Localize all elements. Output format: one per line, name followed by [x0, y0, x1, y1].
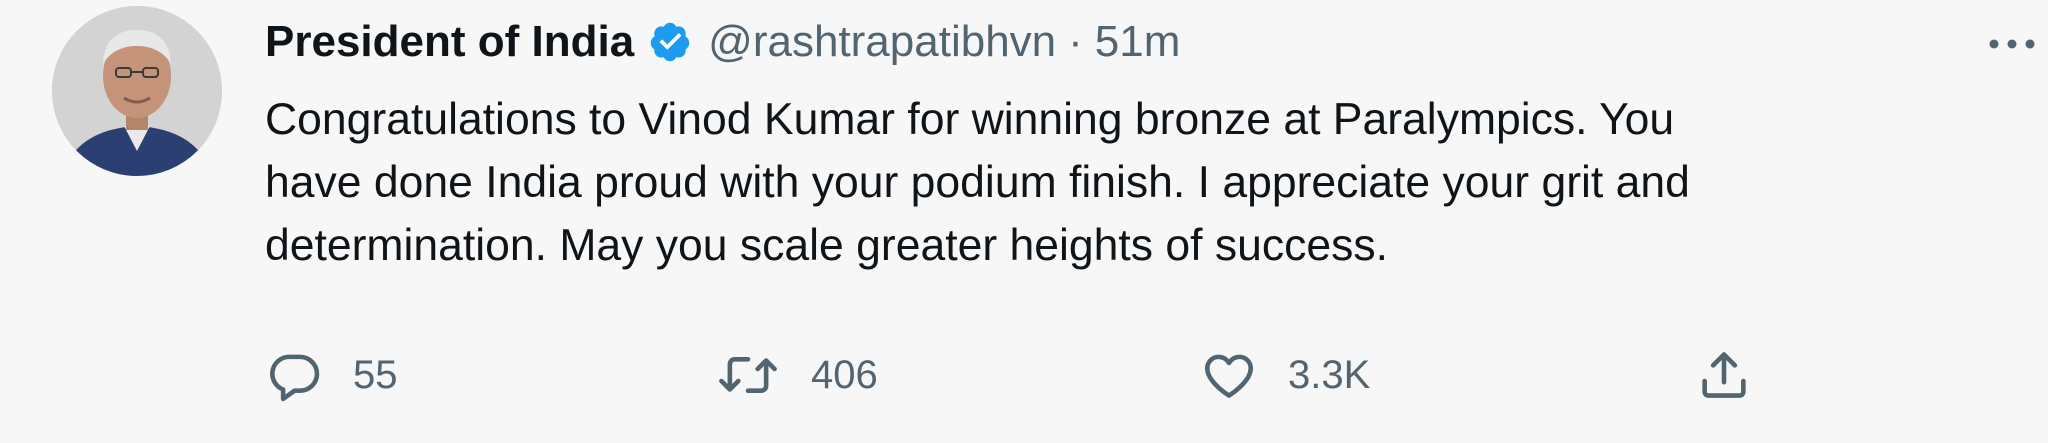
display-name[interactable]: President of India	[265, 17, 634, 67]
retweet-count: 406	[811, 352, 878, 397]
user-handle[interactable]: @rashtrapatibhvn	[708, 17, 1056, 67]
reply-icon	[265, 346, 323, 404]
heart-icon	[1200, 346, 1258, 404]
like-button[interactable]: 3.3K	[1200, 340, 1370, 410]
tweet-actions: 55 406 3.3K	[265, 340, 1765, 410]
share-button[interactable]	[1695, 340, 1753, 410]
like-count: 3.3K	[1288, 352, 1371, 397]
reply-button[interactable]: 55	[265, 340, 398, 410]
retweet-icon	[715, 346, 781, 404]
more-options-icon[interactable]	[1984, 24, 2040, 64]
avatar[interactable]	[52, 6, 222, 176]
share-icon	[1695, 346, 1753, 404]
separator-dot: ·	[1068, 17, 1083, 66]
tweet[interactable]: President of India @rashtrapatibhvn · 51…	[0, 0, 2048, 443]
verified-badge-icon	[648, 20, 692, 64]
tweet-text: Congratulations to Vinod Kumar for winni…	[265, 95, 1690, 270]
reply-count: 55	[353, 352, 398, 397]
retweet-button[interactable]: 406	[715, 340, 878, 410]
timestamp[interactable]: 51m	[1095, 17, 1181, 67]
tweet-header: President of India @rashtrapatibhvn · 51…	[265, 10, 1180, 74]
profile-photo-icon	[52, 6, 222, 176]
